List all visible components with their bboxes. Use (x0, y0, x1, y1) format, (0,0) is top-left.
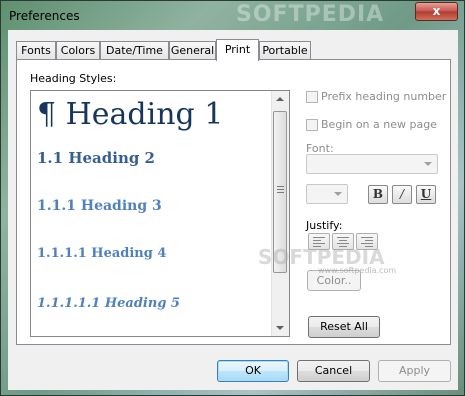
bold-button[interactable]: B (368, 185, 388, 204)
reset-all-button[interactable]: Reset All (308, 316, 380, 338)
heading-style-1[interactable]: ¶ Heading 1 (37, 97, 223, 132)
preferences-window: Preferences SOFTPEDIA x Fonts Colors Dat… (0, 0, 465, 396)
tab-print[interactable]: Print (216, 39, 259, 61)
begin-new-page-checkbox[interactable] (306, 119, 318, 131)
apply-button[interactable]: Apply (378, 360, 451, 382)
heading-style-5[interactable]: 1.1.1.1.1 Heading 5 (37, 296, 180, 311)
prefix-heading-number-checkbox[interactable] (306, 91, 318, 103)
tab-portable[interactable]: Portable (259, 41, 311, 60)
heading-style-3[interactable]: 1.1.1 Heading 3 (37, 198, 162, 214)
title-watermark: SOFTPEDIA (236, 2, 385, 27)
tab-date-time[interactable]: Date/Time (100, 41, 169, 60)
scroll-up-arrow-icon[interactable] (276, 97, 284, 101)
window-title: Preferences (9, 9, 80, 23)
tab-fonts[interactable]: Fonts (16, 41, 56, 60)
heading-styles-label: Heading Styles: (30, 72, 117, 85)
tab-colors[interactable]: Colors (56, 41, 100, 60)
close-button[interactable]: x (415, 2, 458, 21)
title-bar[interactable]: Preferences SOFTPEDIA x (1, 1, 464, 30)
scroll-down-arrow-icon[interactable] (276, 326, 284, 330)
underline-button[interactable]: U (416, 185, 436, 204)
justify-label: Justify: (306, 219, 343, 232)
scroll-grip-icon (277, 186, 284, 193)
ok-button[interactable]: OK (217, 360, 289, 382)
tab-general[interactable]: General (169, 41, 216, 60)
softpedia-url-watermark: www.softpedia.com (318, 266, 397, 275)
font-size-select[interactable] (306, 184, 348, 204)
begin-new-page-label: Begin on a new page (321, 118, 437, 131)
italic-button[interactable]: / (392, 185, 412, 204)
dialog-button-row: OK Cancel Apply (8, 352, 458, 390)
dialog-client-area: Fonts Colors Date/Time General Print Por… (8, 30, 458, 390)
chevron-down-icon (424, 162, 432, 166)
chevron-down-icon (334, 192, 342, 196)
vertical-scrollbar[interactable] (271, 91, 289, 336)
prefix-heading-number-label: Prefix heading number (321, 90, 447, 103)
font-select[interactable] (306, 154, 438, 174)
cancel-button[interactable]: Cancel (297, 360, 370, 382)
heading-style-4[interactable]: 1.1.1.1 Heading 4 (37, 246, 166, 261)
heading-style-2[interactable]: 1.1 Heading 2 (37, 149, 155, 167)
heading-styles-list[interactable]: ¶ Heading 1 1.1 Heading 2 1.1.1 Heading … (30, 90, 290, 337)
